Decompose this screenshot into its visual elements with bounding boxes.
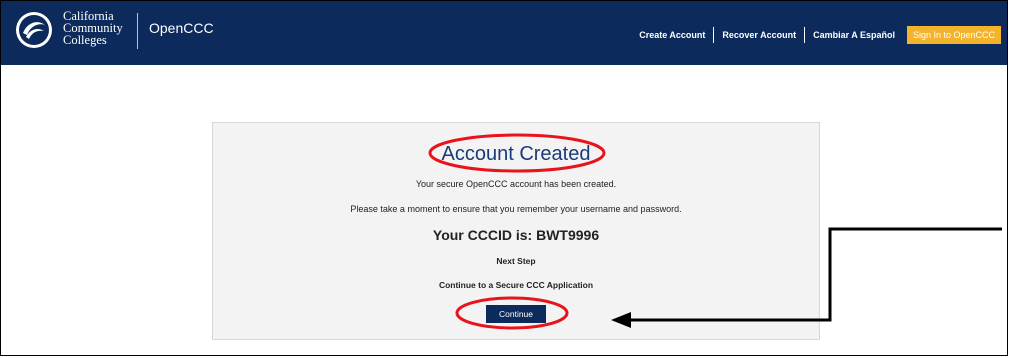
logo-line-3: Colleges: [63, 33, 107, 47]
brand-divider: [137, 13, 138, 49]
remember-credentials-message: Please take a moment to ensure that you …: [350, 204, 682, 214]
spanish-language-link[interactable]: Cambiar A Español: [805, 30, 903, 40]
account-created-card: Account Created Your secure OpenCCC acco…: [212, 122, 820, 340]
logo-wordmark: California Community Colleges: [63, 10, 133, 47]
continue-application-text: Continue to a Secure CCC Application: [438, 280, 594, 290]
account-created-message: Your secure OpenCCC account has been cre…: [415, 179, 617, 189]
brand-name[interactable]: OpenCCC: [149, 20, 214, 36]
sign-in-button[interactable]: Sign In to OpenCCC: [906, 26, 1001, 44]
cccid-display: Your CCCID is: BWT9996: [432, 227, 600, 243]
ccc-seal-logo-icon[interactable]: [15, 11, 53, 49]
continue-button[interactable]: Continue: [486, 305, 546, 323]
create-account-link[interactable]: Create Account: [631, 30, 713, 40]
recover-account-link[interactable]: Recover Account: [714, 30, 804, 40]
next-step-heading: Next Step: [496, 256, 536, 266]
page-title: Account Created: [441, 143, 591, 165]
nav-links: Create Account Recover Account Cambiar A…: [631, 26, 1001, 44]
top-navbar: California Community Colleges OpenCCC Cr…: [1, 1, 1007, 65]
